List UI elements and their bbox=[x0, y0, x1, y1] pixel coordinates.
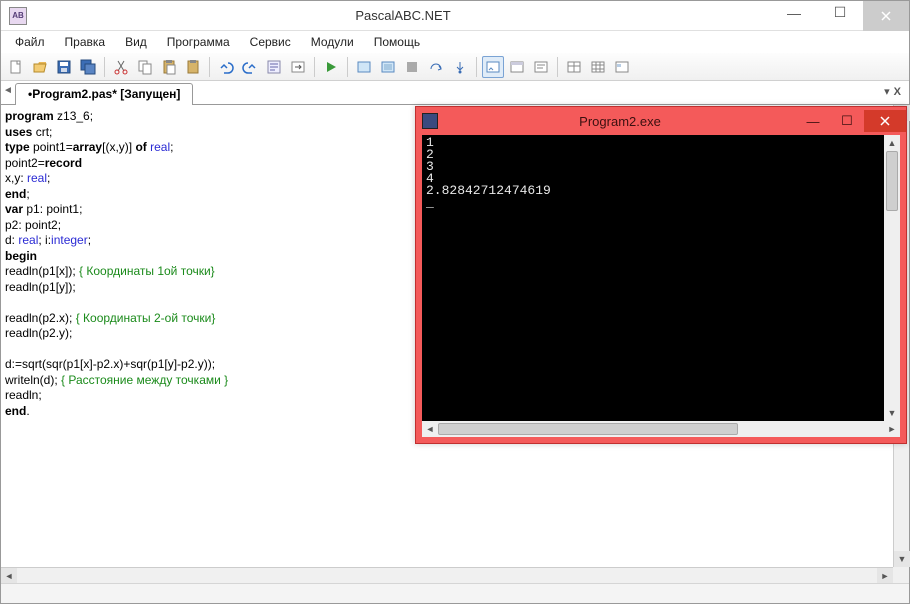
compile-icon[interactable] bbox=[353, 56, 375, 78]
minimize-button[interactable]: — bbox=[771, 1, 817, 25]
menu-edit[interactable]: Правка bbox=[57, 33, 114, 51]
menu-modules[interactable]: Модули bbox=[303, 33, 362, 51]
panel-form-icon[interactable] bbox=[506, 56, 528, 78]
toolbar-separator bbox=[557, 57, 558, 77]
scroll-thumb[interactable] bbox=[886, 151, 898, 211]
menu-file[interactable]: Файл bbox=[7, 33, 53, 51]
menu-view[interactable]: Вид bbox=[117, 33, 155, 51]
build-icon[interactable] bbox=[377, 56, 399, 78]
console-close-button[interactable] bbox=[864, 110, 906, 132]
console-horizontal-scrollbar[interactable]: ◄ ► bbox=[422, 421, 900, 437]
console-maximize-button[interactable]: ☐ bbox=[830, 110, 864, 132]
menu-program[interactable]: Программа bbox=[159, 33, 238, 51]
table2-icon[interactable] bbox=[587, 56, 609, 78]
tab-program2[interactable]: •Program2.pas* [Запущен] bbox=[15, 83, 193, 105]
menu-help[interactable]: Помощь bbox=[366, 33, 428, 51]
editor-horizontal-scrollbar[interactable]: ◄ ► bbox=[1, 567, 893, 583]
panel-msg-icon[interactable] bbox=[530, 56, 552, 78]
scroll-down-icon[interactable]: ▼ bbox=[884, 405, 900, 421]
scroll-left-icon[interactable]: ◄ bbox=[422, 421, 438, 437]
open-file-icon[interactable] bbox=[29, 56, 51, 78]
save-all-icon[interactable] bbox=[77, 56, 99, 78]
nav-icon[interactable] bbox=[287, 56, 309, 78]
console-title: Program2.exe bbox=[444, 114, 796, 129]
scroll-up-icon[interactable]: ▲ bbox=[884, 135, 900, 151]
cut-icon[interactable] bbox=[110, 56, 132, 78]
toolbar bbox=[1, 53, 909, 81]
tab-scroll-left-icon[interactable]: ◄ bbox=[3, 85, 13, 96]
console-vertical-scrollbar[interactable]: ▲ ▼ bbox=[884, 135, 900, 421]
console-window: Program2.exe — ☐ 1 2 3 4 2.8284271247461… bbox=[415, 106, 907, 444]
table1-icon[interactable] bbox=[563, 56, 585, 78]
save-icon[interactable] bbox=[53, 56, 75, 78]
toolbar-separator bbox=[347, 57, 348, 77]
scroll-thumb[interactable] bbox=[438, 423, 738, 435]
redo-icon[interactable] bbox=[239, 56, 261, 78]
toolbar-separator bbox=[104, 57, 105, 77]
tab-bar: ◄ •Program2.pas* [Запущен] ▾ X bbox=[1, 81, 909, 105]
table3-icon[interactable] bbox=[611, 56, 633, 78]
scroll-corner bbox=[893, 567, 909, 583]
run-icon[interactable] bbox=[320, 56, 342, 78]
panel-output-icon[interactable] bbox=[482, 56, 504, 78]
paste-icon[interactable] bbox=[158, 56, 180, 78]
step-into-icon[interactable] bbox=[449, 56, 471, 78]
toolbar-separator bbox=[209, 57, 210, 77]
stop-icon[interactable] bbox=[401, 56, 423, 78]
close-button[interactable] bbox=[863, 1, 909, 31]
undo-icon[interactable] bbox=[215, 56, 237, 78]
scroll-down-icon[interactable]: ▼ bbox=[894, 551, 910, 567]
toolbar-separator bbox=[476, 57, 477, 77]
scroll-right-icon[interactable]: ► bbox=[884, 421, 900, 437]
menu-service[interactable]: Сервис bbox=[242, 33, 299, 51]
maximize-button[interactable]: ☐ bbox=[817, 1, 863, 25]
scroll-right-icon[interactable]: ► bbox=[877, 568, 893, 584]
new-file-icon[interactable] bbox=[5, 56, 27, 78]
copy-icon[interactable] bbox=[134, 56, 156, 78]
toolbar-separator bbox=[314, 57, 315, 77]
tab-dropdown-icon[interactable]: ▾ bbox=[884, 85, 890, 98]
status-bar bbox=[1, 583, 909, 603]
app-icon: AB bbox=[9, 7, 27, 25]
window-title: PascalABC.NET bbox=[35, 8, 771, 23]
scroll-left-icon[interactable]: ◄ bbox=[1, 568, 17, 584]
paste-special-icon[interactable] bbox=[182, 56, 204, 78]
tab-close-icon[interactable]: X bbox=[894, 86, 901, 98]
step-over-icon[interactable] bbox=[425, 56, 447, 78]
console-titlebar[interactable]: Program2.exe — ☐ bbox=[416, 107, 906, 135]
console-output[interactable]: 1 2 3 4 2.82842712474619 _ bbox=[422, 135, 884, 421]
console-icon bbox=[422, 113, 438, 129]
console-minimize-button[interactable]: — bbox=[796, 110, 830, 132]
menu-bar: Файл Правка Вид Программа Сервис Модули … bbox=[1, 31, 909, 53]
properties-icon[interactable] bbox=[263, 56, 285, 78]
window-titlebar: AB PascalABC.NET — ☐ bbox=[1, 1, 909, 31]
